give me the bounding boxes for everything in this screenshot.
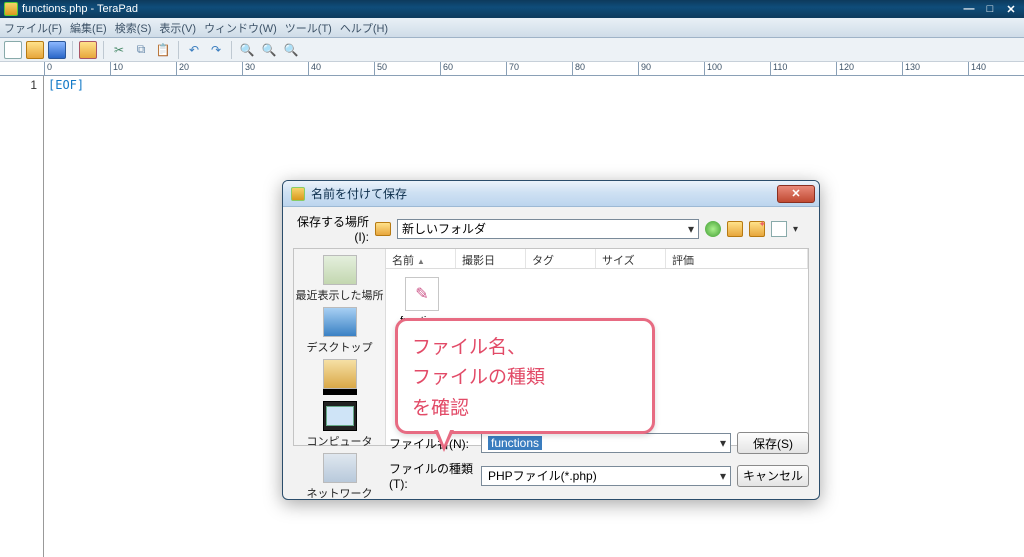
filename-label: ファイル名(N): <box>389 435 475 452</box>
ruler-tick: 30 <box>242 62 255 75</box>
replace-icon[interactable]: 🔍 <box>260 41 278 59</box>
menu-bar: ファイル(F) 編集(E) 検索(S) 表示(V) ウィンドウ(W) ツール(T… <box>0 18 1024 38</box>
ruler-tick: 100 <box>704 62 722 75</box>
menu-edit[interactable]: 編集(E) <box>70 20 107 36</box>
line-number: 1 <box>30 78 37 92</box>
library-icon <box>323 359 357 389</box>
views-icon[interactable] <box>771 221 787 237</box>
ruler-tick: 60 <box>440 62 453 75</box>
ruler-tick: 140 <box>968 62 986 75</box>
ruler-tick: 110 <box>770 62 787 75</box>
toolbar-separator <box>103 41 104 59</box>
close-button[interactable]: ✕ <box>1002 2 1020 16</box>
recent-search-icon[interactable]: 🔍 <box>282 41 300 59</box>
ruler-tick: 70 <box>506 62 519 75</box>
toolbar-separator <box>178 41 179 59</box>
line-gutter: 1 <box>0 76 44 557</box>
annotation-line1: ファイル名、 <box>412 333 638 363</box>
views-dropdown-icon[interactable] <box>793 221 809 237</box>
recent-places-icon <box>323 255 357 285</box>
places-bar: 最近表示した場所 デスクトップ コンピュータ ネットワーク <box>294 249 386 445</box>
filetype-value: PHPファイル(*.php) <box>488 467 597 484</box>
toolbar-separator <box>72 41 73 59</box>
filename-value: functions <box>488 436 542 450</box>
annotation-line3: を確認 <box>412 394 638 424</box>
ruler-tick: 0 <box>44 62 52 75</box>
col-tag[interactable]: タグ <box>526 249 596 268</box>
ruler-tick: 130 <box>902 62 920 75</box>
menu-search[interactable]: 検索(S) <box>115 20 152 36</box>
col-name[interactable]: 名前▲ <box>386 249 456 268</box>
filetype-label: ファイルの種類(T): <box>389 460 475 491</box>
ruler: 0 10 20 30 40 50 60 70 80 90 100 110 120… <box>0 62 1024 76</box>
dialog-titlebar[interactable]: 名前を付けて保存 ✕ <box>283 181 819 207</box>
toolbar-separator <box>231 41 232 59</box>
save-file-icon[interactable] <box>48 41 66 59</box>
menu-window[interactable]: ウィンドウ(W) <box>204 20 277 36</box>
col-size[interactable]: サイズ <box>596 249 666 268</box>
cancel-button[interactable]: キャンセル <box>737 465 809 487</box>
place-library[interactable] <box>294 359 385 397</box>
location-value: 新しいフォルダ <box>402 220 486 237</box>
app-titlebar: functions.php - TeraPad — □ ✕ <box>0 0 1024 18</box>
save-button[interactable]: 保存(S) <box>737 432 809 454</box>
location-combo[interactable]: 新しいフォルダ <box>397 219 699 239</box>
ruler-tick: 50 <box>374 62 387 75</box>
ruler-tick: 20 <box>176 62 189 75</box>
filename-field[interactable]: functions <box>481 433 731 453</box>
new-folder-icon[interactable] <box>749 221 765 237</box>
php-file-icon: ✎ <box>405 277 439 311</box>
code-content[interactable]: [EOF] <box>44 76 84 557</box>
ruler-tick: 80 <box>572 62 585 75</box>
folder-icon <box>375 222 391 236</box>
menu-view[interactable]: 表示(V) <box>159 20 196 36</box>
file-list-header[interactable]: 名前▲ 撮影日 タグ サイズ 評価 <box>386 249 808 269</box>
annotation-bubble: ファイル名、 ファイルの種類 を確認 <box>395 318 655 434</box>
menu-help[interactable]: ヘルプ(H) <box>340 20 388 36</box>
dialog-title: 名前を付けて保存 <box>311 185 407 202</box>
ruler-tick: 120 <box>836 62 854 75</box>
nav-up-icon[interactable] <box>727 221 743 237</box>
filetype-field[interactable]: PHPファイル(*.php) <box>481 466 731 486</box>
redo-icon[interactable]: ↷ <box>207 41 225 59</box>
col-rate[interactable]: 評価 <box>666 249 808 268</box>
place-recent-label: 最近表示した場所 <box>294 287 385 303</box>
place-desktop[interactable]: デスクトップ <box>294 307 385 355</box>
menu-tool[interactable]: ツール(T) <box>285 20 332 36</box>
dialog-icon <box>291 187 305 201</box>
sort-asc-icon: ▲ <box>417 257 425 266</box>
annotation-line2: ファイルの種類 <box>412 363 638 393</box>
col-date[interactable]: 撮影日 <box>456 249 526 268</box>
open-file-icon[interactable] <box>26 41 44 59</box>
app-icon <box>4 2 18 16</box>
paste-icon[interactable]: 📋 <box>154 41 172 59</box>
tool-bar: ✂ ⧉ 📋 ↶ ↷ 🔍 🔍 🔍 <box>0 38 1024 62</box>
place-desktop-label: デスクトップ <box>294 339 385 355</box>
eof-marker: [EOF] <box>48 78 84 92</box>
computer-icon <box>323 401 357 431</box>
window-title: functions.php - TeraPad <box>22 3 138 15</box>
minimize-button[interactable]: — <box>960 2 978 16</box>
undo-icon[interactable]: ↶ <box>185 41 203 59</box>
maximize-button[interactable]: □ <box>981 2 999 16</box>
dialog-close-button[interactable]: ✕ <box>777 185 815 203</box>
desktop-icon <box>323 307 357 337</box>
new-file-icon[interactable] <box>4 41 22 59</box>
copy-icon[interactable]: ⧉ <box>132 41 150 59</box>
annotation-bubble-tail <box>434 430 454 452</box>
location-label: 保存する場所(I): <box>293 213 369 244</box>
menu-file[interactable]: ファイル(F) <box>4 20 62 36</box>
ruler-tick: 10 <box>110 62 123 75</box>
print-icon[interactable] <box>79 41 97 59</box>
find-icon[interactable]: 🔍 <box>238 41 256 59</box>
ruler-tick: 40 <box>308 62 321 75</box>
place-recent[interactable]: 最近表示した場所 <box>294 255 385 303</box>
library-label-redacted <box>323 389 357 395</box>
cut-icon[interactable]: ✂ <box>110 41 128 59</box>
ruler-tick: 90 <box>638 62 651 75</box>
nav-back-icon[interactable] <box>705 221 721 237</box>
